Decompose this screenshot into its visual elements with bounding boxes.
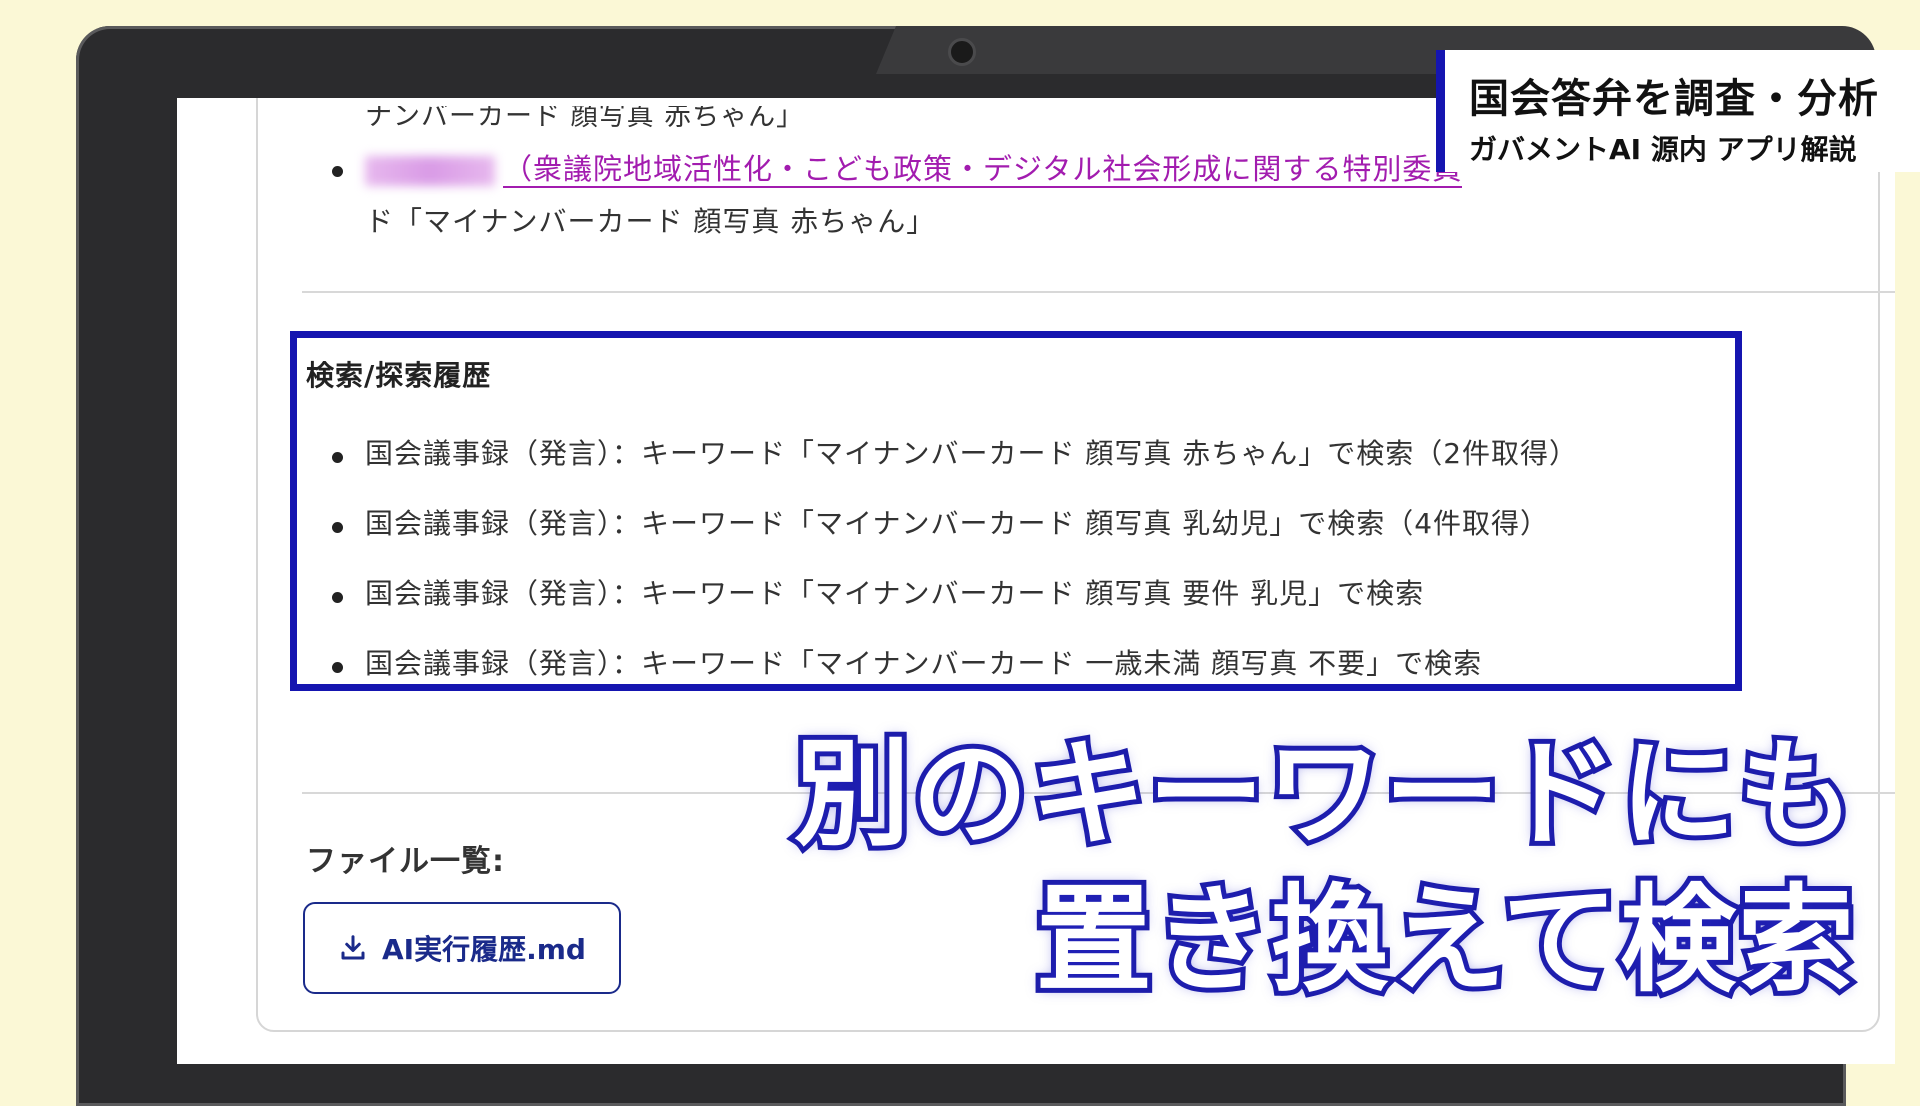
bullet-icon: [332, 452, 343, 463]
webcam: [948, 38, 976, 66]
file-list-label: ファイル一覧:: [306, 844, 505, 879]
blurred-speaker-name: [365, 156, 495, 186]
badge-subtitle: ガバメントAI 源内 アプリ解説: [1469, 133, 1857, 166]
history-title: 検索/探索履歴: [306, 359, 492, 392]
history-item: 国会議事録（発言）：キーワード「マイナンバーカード 一歳未満 顔写真 不要」で検…: [365, 647, 1483, 680]
history-item: 国会議事録（発言）：キーワード「マイナンバーカード 顔写真 赤ちゃん」で検索（2…: [365, 437, 1579, 470]
section-divider: [302, 291, 1895, 293]
bullet-icon: [332, 522, 343, 533]
history-item: 国会議事録（発言）：キーワード「マイナンバーカード 顔写真 乳幼児」で検索（4件…: [365, 507, 1550, 540]
caption-line-1: 別のキーワードにも: [789, 722, 1859, 867]
committee-link[interactable]: （衆議院地域活性化・こども政策・デジタル社会形成に関する特別委員: [503, 152, 1463, 188]
caption-line-2: 置き換えて検索: [1031, 868, 1859, 1013]
topic-badge: 国会答弁を調査・分析 ガバメントAI 源内 アプリ解説: [1436, 50, 1920, 172]
bullet-icon: [332, 592, 343, 603]
source-link-continuation: ド「マイナンバーカード 顔写真 赤ちゃん」: [365, 205, 936, 238]
bullet-icon: [332, 662, 343, 673]
bullet-icon: [332, 166, 343, 177]
download-file-button[interactable]: AI実行履歴.md: [303, 902, 621, 994]
source-link-row[interactable]: （衆議院地域活性化・こども政策・デジタル社会形成に関する特別委員: [365, 146, 1463, 188]
download-file-label: AI実行履歴.md: [382, 933, 586, 966]
history-item: 国会議事録（発言）：キーワード「マイナンバーカード 顔写真 要件 乳児」で検索: [365, 577, 1425, 610]
download-icon: [341, 935, 365, 960]
badge-title: 国会答弁を調査・分析: [1469, 76, 1879, 122]
